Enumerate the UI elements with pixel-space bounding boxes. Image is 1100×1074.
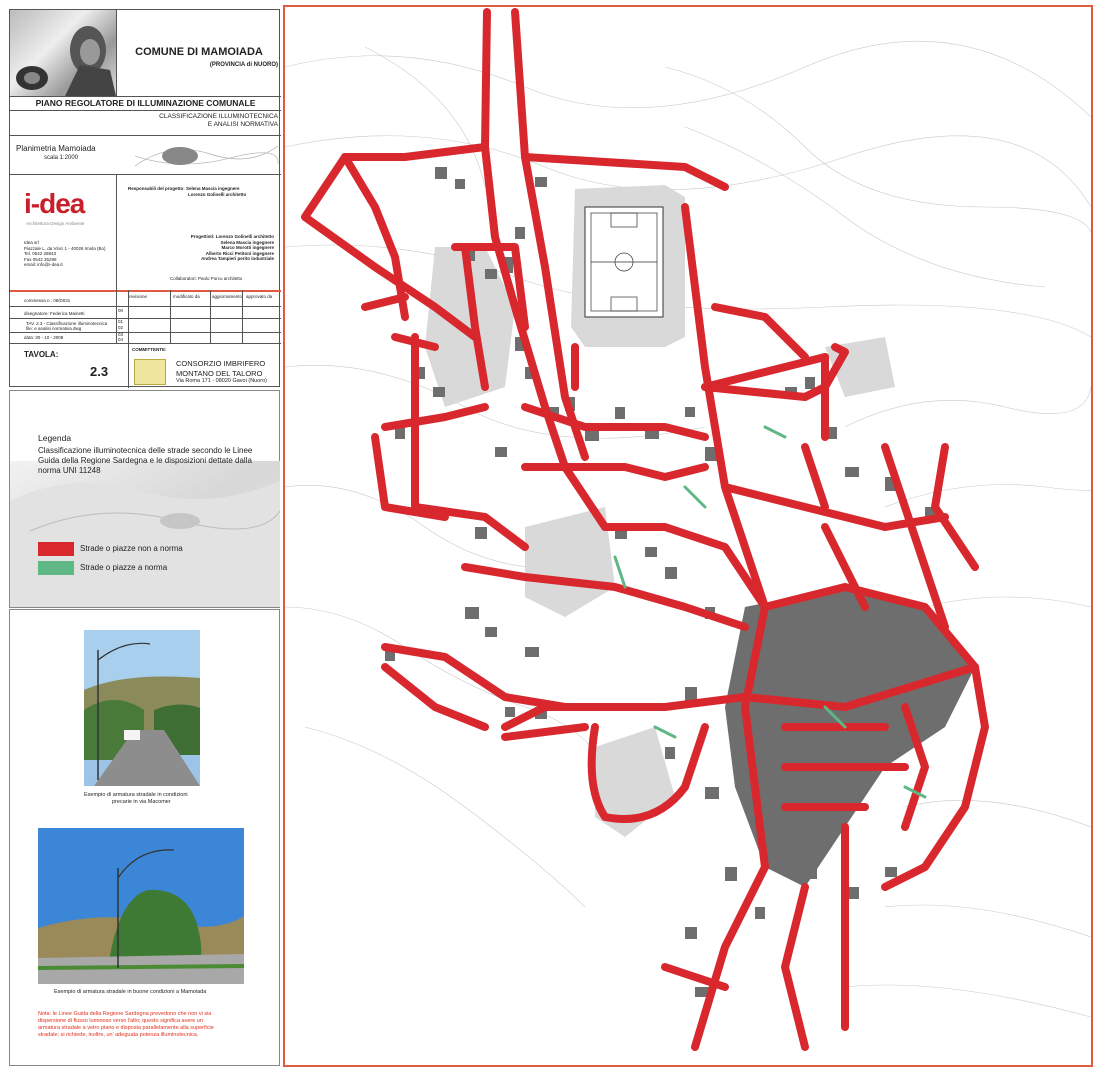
tavola-label: TAVOLA: — [24, 350, 59, 359]
data-date: data: 30 - 10 - 2008 — [24, 335, 64, 340]
rev-header-0: revisione — [129, 294, 148, 299]
rev-header-3: approvato da — [246, 294, 273, 299]
consorzio-logo — [134, 359, 166, 385]
rev-header-1: modificato da — [173, 294, 200, 299]
rev-num-1: 01 — [118, 319, 124, 324]
piano-title: PIANO REGOLATORE DI ILLUMINAZIONE COMUNA… — [35, 98, 256, 108]
legend-label-norma: Strade o piazze a norma — [80, 563, 168, 572]
legend-background-photo — [10, 461, 280, 607]
company-info: Idea srl Piazzale L. da Vinci 1 - 40026 … — [24, 240, 106, 267]
ideas-logo: i-dea — [24, 188, 85, 220]
map-frame — [283, 5, 1093, 1067]
disegnatore: disegnatore: Federica Mainetti — [24, 311, 85, 316]
progettisti: Progettisti: Lorenzo Golinelli architett… — [190, 234, 274, 261]
street-photo-mamoiada — [38, 828, 244, 984]
responsabili: Responsabili del progetto: Selena Mascia… — [128, 186, 247, 197]
title-block: COMUNE DI MAMOIADA (PROVINCIA di NUORO) … — [9, 9, 281, 388]
roads-non-norma — [301, 8, 989, 1051]
subtitle-2: E ANALISI NORMATIVA — [207, 121, 278, 128]
photo-caption-1: Esempio di armatura stradale in condizio… — [84, 792, 188, 805]
scale-label: scala 1:2000 — [44, 155, 79, 161]
contour-lines — [285, 40, 1091, 1018]
rev-num-4: 04 — [118, 337, 124, 342]
legend-panel: Legenda Classificazione illuminotecnica … — [9, 390, 280, 608]
rev-header-2: aggiornamento — [212, 294, 243, 299]
legend-label-non-norma: Strade o piazze non a norma — [80, 544, 183, 553]
town-map — [285, 8, 1091, 1051]
comune-title: COMUNE DI MAMOIADA — [135, 46, 263, 58]
legend-description: Classificazione illuminotecnica delle st… — [38, 446, 253, 475]
rev-num-2: 02 — [118, 325, 124, 330]
note-text: Nota: le Linee Guida della Regione Sarde… — [38, 1011, 214, 1038]
subtitle-1: CLASSIFICAZIONE ILLUMINOTECNICA — [159, 113, 278, 120]
committente-label: COMMITTENTE: — [132, 347, 167, 352]
tavola-number: 2.3 — [90, 364, 109, 379]
rev-num-0: 00 — [118, 308, 124, 313]
logo-text: i-dea — [24, 188, 85, 219]
collaboratori: Collaboratori: Paolo Porcu architetto — [170, 276, 243, 281]
legend-swatch-norma — [38, 561, 74, 575]
commessa: commessa n.: 08/D031 — [24, 298, 71, 303]
committente-2: MONTANO DEL TALORO — [176, 369, 263, 378]
stadium — [584, 206, 664, 318]
committente-addr: Via Roma 171 - 08020 Gavoi (Nuoro) — [176, 378, 268, 384]
planimetria-label: Planimetria Mamoiada — [16, 144, 96, 153]
street-photo-macomer — [84, 630, 200, 786]
logo-tagline: Architettura Design Ambiente — [26, 221, 85, 226]
provincia: (PROVINCIA di NUORO) — [209, 62, 278, 68]
photos-panel: Esempio di armatura stradale in condizio… — [9, 609, 280, 1066]
header-photo — [10, 10, 116, 96]
mini-map — [134, 145, 279, 167]
legend-title: Legenda — [38, 433, 72, 443]
committente-1: CONSORZIO IMBRIFERO — [176, 359, 266, 368]
photo-caption-2: Esempio di armatura stradale in buone co… — [54, 989, 207, 995]
legend-swatch-non-norma — [38, 542, 74, 556]
file-name: file: e analisi normativa.dwg — [26, 326, 82, 331]
